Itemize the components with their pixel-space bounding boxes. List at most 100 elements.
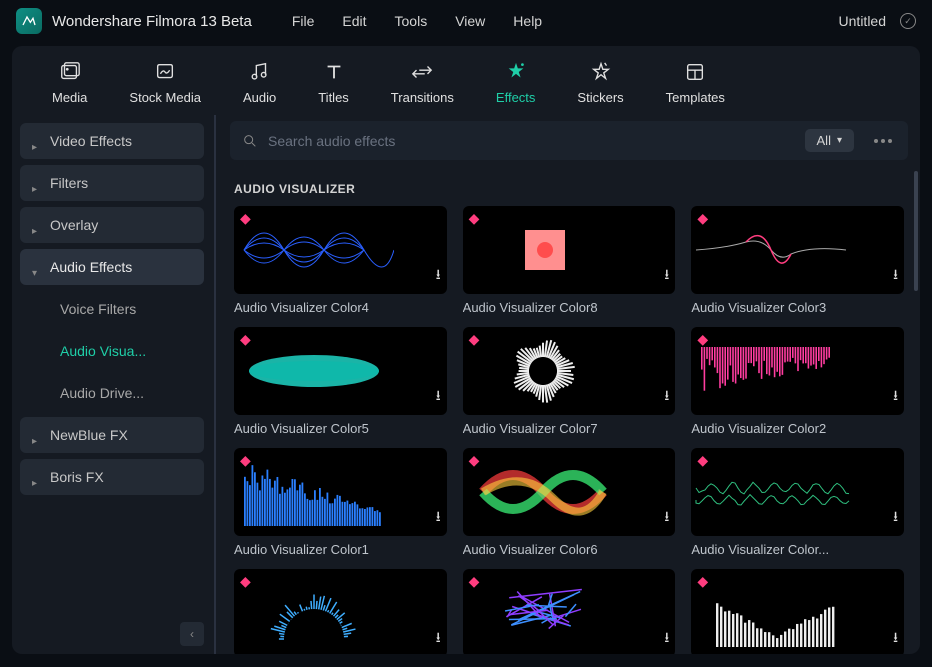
tab-stickers[interactable]: Stickers — [577, 60, 623, 105]
sidebar-sub-audio-visualizer[interactable]: Audio Visua... — [20, 333, 204, 369]
premium-gem-icon: ◆ — [469, 331, 480, 348]
divider[interactable] — [214, 115, 216, 654]
premium-gem-icon: ◆ — [469, 573, 480, 590]
menu-file[interactable]: File — [292, 13, 315, 29]
tab-label: Effects — [496, 90, 536, 105]
transitions-icon — [410, 60, 434, 84]
menu-edit[interactable]: Edit — [342, 13, 366, 29]
effect-card: ◆⭳Audio Visualizer Color7 — [463, 327, 676, 436]
download-icon[interactable]: ⭳ — [664, 506, 669, 530]
effect-card: ◆⭳Audio Visualizer Color3 — [691, 206, 904, 315]
sidebar-item-audio-effects[interactable]: Audio Effects — [20, 249, 204, 285]
app-title: Wondershare Filmora 13 Beta — [52, 13, 252, 30]
sidebar-sub-voice-filters[interactable]: Voice Filters — [20, 291, 204, 327]
effect-label: Audio Visualizer Color5 — [234, 421, 447, 436]
menu-tools[interactable]: Tools — [395, 13, 428, 29]
sidebar-item-filters[interactable]: Filters — [20, 165, 204, 201]
premium-gem-icon: ◆ — [240, 452, 251, 469]
effect-card: ◆⭳Audio Visualizer Color5 — [234, 327, 447, 436]
effect-label: Audio Visualizer Color2 — [691, 421, 904, 436]
effect-thumbnail[interactable]: ◆⭳ — [234, 327, 447, 415]
media-icon — [58, 60, 82, 84]
premium-gem-icon: ◆ — [469, 210, 480, 227]
premium-gem-icon: ◆ — [697, 452, 708, 469]
effect-card: ◆⭳Audio Visualizer Color... — [691, 448, 904, 557]
more-button[interactable] — [870, 135, 896, 147]
effect-label: Audio Visualizer Color1 — [234, 542, 447, 557]
effect-thumbnail[interactable]: ◆⭳ — [463, 448, 676, 536]
tab-label: Audio — [243, 90, 276, 105]
download-icon[interactable]: ⭳ — [436, 264, 441, 288]
chevron-right-icon — [32, 179, 40, 187]
tab-transitions[interactable]: Transitions — [391, 60, 454, 105]
tab-label: Stock Media — [129, 90, 201, 105]
effect-label: Audio Visualizer Color3 — [691, 300, 904, 315]
tab-audio[interactable]: Audio — [243, 60, 276, 105]
filter-dropdown[interactable]: All▾ — [805, 129, 854, 152]
download-icon[interactable]: ⭳ — [893, 385, 898, 409]
search-input[interactable] — [268, 133, 795, 149]
sidebar-item-overlay[interactable]: Overlay — [20, 207, 204, 243]
tab-stock-media[interactable]: Stock Media — [129, 60, 201, 105]
effect-card: ◆⭳ Audio Visualizer Color2 — [691, 327, 904, 436]
body: Video Effects Filters Overlay Audio Effe… — [12, 115, 920, 654]
effect-label: Audio Visualizer Color6 — [463, 542, 676, 557]
templates-icon — [683, 60, 707, 84]
tab-label: Templates — [666, 90, 725, 105]
chevron-right-icon — [32, 431, 40, 439]
effect-label: Audio Visualizer Color7 — [463, 421, 676, 436]
premium-gem-icon: ◆ — [240, 573, 251, 590]
stickers-icon — [589, 60, 613, 84]
download-icon[interactable]: ⭳ — [664, 264, 669, 288]
sidebar-item-newblue-fx[interactable]: NewBlue FX — [20, 417, 204, 453]
tab-titles[interactable]: Titles — [318, 60, 349, 105]
audio-icon — [248, 60, 272, 84]
effect-thumbnail[interactable]: ◆⭳ — [691, 569, 904, 654]
effect-thumbnail[interactable]: ◆⭳ — [463, 569, 676, 654]
menu-view[interactable]: View — [455, 13, 485, 29]
tab-templates[interactable]: Templates — [666, 60, 725, 105]
premium-gem-icon: ◆ — [240, 210, 251, 227]
download-icon[interactable]: ⭳ — [664, 385, 669, 409]
effect-thumbnail[interactable]: ◆⭳ — [234, 569, 447, 654]
download-icon[interactable]: ⭳ — [436, 506, 441, 530]
premium-gem-icon: ◆ — [240, 331, 251, 348]
effect-thumbnail[interactable]: ◆⭳ — [463, 327, 676, 415]
effect-thumbnail[interactable]: ◆⭳ — [691, 327, 904, 415]
effect-thumbnail[interactable]: ◆⭳ — [234, 448, 447, 536]
effect-thumbnail[interactable]: ◆⭳ — [691, 206, 904, 294]
menu-help[interactable]: Help — [513, 13, 542, 29]
effect-label: Audio Visualizer Color... — [691, 542, 904, 557]
download-icon[interactable]: ⭳ — [436, 385, 441, 409]
document-name[interactable]: Untitled — [839, 13, 886, 29]
effects-grid: ◆⭳Audio Visualizer Color4◆⭳Audio Visuali… — [218, 206, 920, 654]
sidebar-item-video-effects[interactable]: Video Effects — [20, 123, 204, 159]
premium-gem-icon: ◆ — [697, 210, 708, 227]
effect-card: ◆⭳ Audio Visualizer Color6 — [463, 448, 676, 557]
download-icon[interactable]: ⭳ — [436, 627, 441, 651]
effect-thumbnail[interactable]: ◆⭳ — [691, 448, 904, 536]
download-icon[interactable]: ⭳ — [664, 627, 669, 651]
effect-thumbnail[interactable]: ◆⭳ — [234, 206, 447, 294]
sidebar-label: NewBlue FX — [50, 427, 128, 443]
scrollbar[interactable] — [914, 171, 918, 646]
download-icon[interactable]: ⭳ — [893, 627, 898, 651]
titlebar: Wondershare Filmora 13 Beta File Edit To… — [0, 0, 932, 42]
toolbar-tabs: Media Stock Media Audio Titles Transitio… — [12, 46, 920, 115]
tab-label: Media — [52, 90, 87, 105]
sync-status-icon[interactable]: ✓ — [900, 13, 916, 29]
download-icon[interactable]: ⭳ — [893, 506, 898, 530]
sidebar-label: Boris FX — [50, 469, 104, 485]
sidebar-item-boris-fx[interactable]: Boris FX — [20, 459, 204, 495]
tab-media[interactable]: Media — [52, 60, 87, 105]
search-icon — [242, 133, 258, 149]
chevron-down-icon: ▾ — [837, 135, 842, 146]
tab-effects[interactable]: Effects — [496, 60, 536, 105]
sidebar-label: Audio Effects — [50, 259, 132, 275]
sidebar-collapse-button[interactable]: ‹ — [180, 622, 204, 646]
effects-icon — [504, 60, 528, 84]
content-area: All▾ AUDIO VISUALIZER ◆⭳Audio Visualizer… — [218, 115, 920, 654]
effect-thumbnail[interactable]: ◆⭳ — [463, 206, 676, 294]
download-icon[interactable]: ⭳ — [893, 264, 898, 288]
sidebar-sub-audio-drive[interactable]: Audio Drive... — [20, 375, 204, 411]
